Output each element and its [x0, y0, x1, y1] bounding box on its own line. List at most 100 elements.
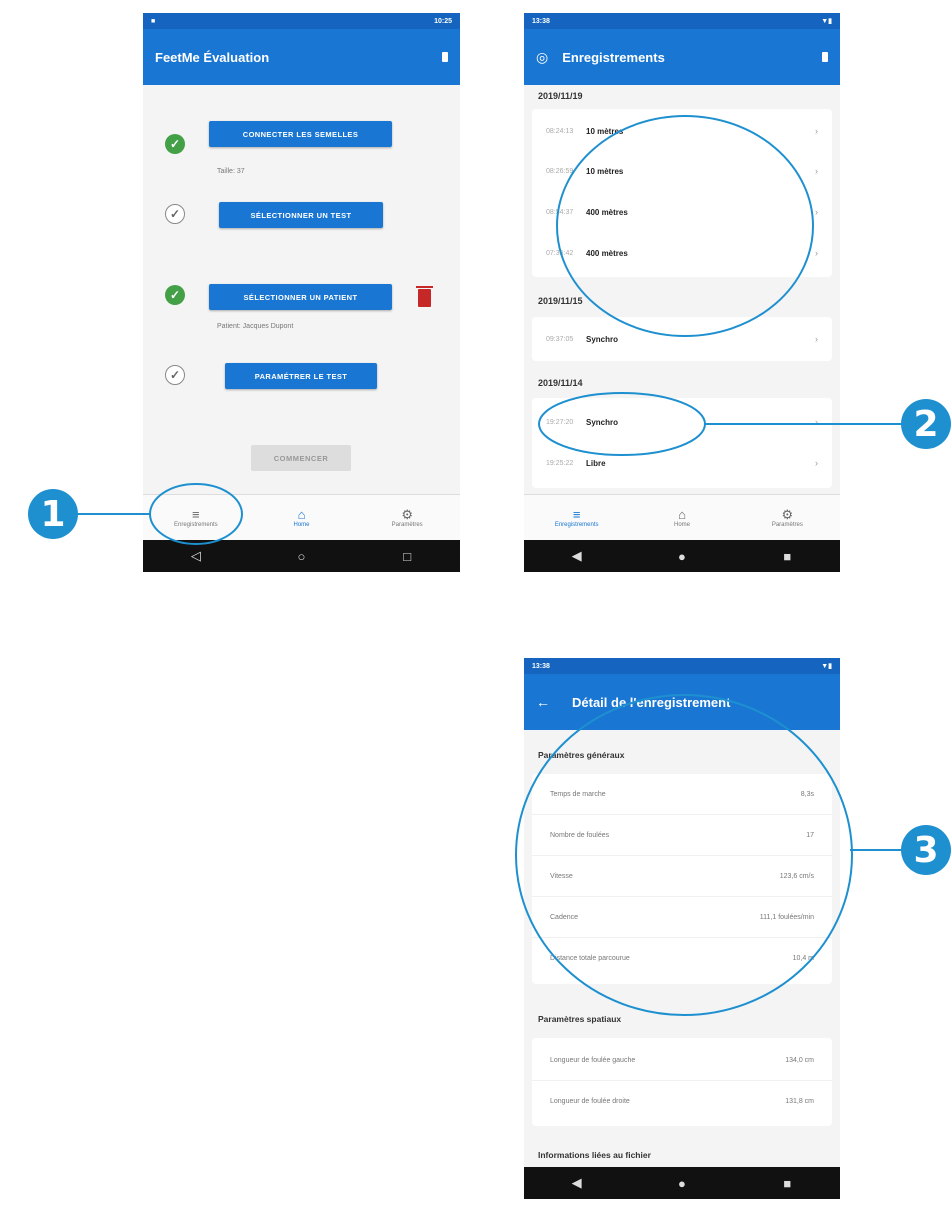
app-title: FeetMe Évaluation	[155, 49, 270, 65]
param-value: 10,4 m	[792, 955, 814, 962]
home-circle-icon[interactable]: ●	[667, 1176, 697, 1191]
param-row: Cadence 111,1 foulées/min	[532, 897, 832, 938]
list-item[interactable]: 08:54:37 400 mètres ›	[532, 192, 832, 232]
status-bar: 13:38 ▼▮	[524, 13, 840, 29]
nav-recordings[interactable]: ≡ Enregistrements	[143, 495, 249, 540]
section-title: Paramètres spatiaux	[538, 1014, 622, 1024]
chevron-right-icon: ›	[815, 458, 818, 468]
record-time: 08:54:37	[546, 208, 574, 216]
record-name: 10 mètres	[586, 166, 624, 176]
chevron-right-icon: ›	[815, 207, 818, 217]
record-name: Synchro	[586, 417, 619, 427]
param-row: Longueur de foulée droite 131,8 cm	[532, 1081, 832, 1122]
nav-label: Enregistrements	[173, 522, 218, 528]
list-item[interactable]: 19:25:22 Libre ›	[532, 443, 832, 483]
home-icon: ⌂	[678, 507, 686, 522]
param-row: Distance totale parcourue 10,4 m	[532, 938, 832, 979]
connect-insoles-button[interactable]: CONNECTER LES SEMELLES	[209, 121, 392, 147]
recordings-card: 19:27:20 Synchro › 19:25:22 Libre ›	[532, 398, 832, 488]
param-value: 8,3s	[800, 790, 814, 798]
status-time: 10:25	[434, 17, 452, 25]
start-button[interactable]: COMMENCER	[251, 445, 351, 471]
nav-home[interactable]: ⌂ Home	[249, 495, 355, 540]
spatial-params-card: Longueur de foulée gauche 134,0 cm Longu…	[532, 1038, 832, 1126]
configure-check-icon: ✓	[165, 365, 185, 385]
list-item[interactable]: 09:37:05 Synchro ›	[532, 319, 832, 359]
list-item[interactable]: 07:35:42 400 mètres ›	[532, 233, 832, 273]
gear-icon: ⚙	[401, 507, 413, 522]
param-label: Vitesse	[550, 872, 573, 880]
nav-recordings[interactable]: ≡ Enregistrements	[524, 495, 629, 540]
app-bar: FeetMe Évaluation	[143, 29, 460, 85]
phone-home-screen: ■ 10:25 FeetMe Évaluation ✓ CONNECTER LE…	[143, 13, 460, 572]
param-row: Nombre de foulées 17	[532, 815, 832, 856]
nav-label: Home	[673, 522, 690, 528]
app-title: Détail de l'enregistrement	[572, 694, 731, 710]
select-test-button[interactable]: SÉLECTIONNER UN TEST	[219, 202, 383, 228]
chevron-right-icon: ›	[815, 126, 818, 136]
app-bar: ← Détail de l'enregistrement	[524, 674, 840, 730]
device-icon[interactable]	[822, 52, 828, 62]
list-item[interactable]: 08:24:13 10 mètres ›	[532, 111, 832, 151]
date-header: 2019/11/15	[538, 296, 583, 306]
patient-check-icon: ✓	[165, 285, 185, 305]
general-params-card: Temps de marche 8,3s Nombre de foulées 1…	[532, 774, 832, 984]
size-text: Taille: 37	[217, 168, 245, 175]
list-icon: ≡	[192, 507, 200, 522]
home-circle-icon[interactable]: ○	[286, 549, 316, 564]
list-item[interactable]: 19:27:20 Synchro ›	[532, 402, 832, 442]
system-nav-bar: ◀ ● ■	[524, 540, 840, 572]
back-icon[interactable]: ◀	[562, 1175, 592, 1191]
system-nav-bar: ◁ ○ □	[143, 540, 460, 572]
select-patient-button[interactable]: SÉLECTIONNER UN PATIENT	[209, 284, 392, 310]
nav-settings[interactable]: ⚙ Paramètres	[354, 495, 460, 540]
status-bar: ■ 10:25	[143, 13, 460, 29]
callout-badge-2: 2	[901, 399, 951, 449]
app-title: Enregistrements	[562, 49, 665, 65]
notification-icon: ■	[151, 17, 156, 25]
list-item[interactable]: 08:26:59 10 mètres ›	[532, 151, 832, 191]
home-icon: ⌂	[297, 507, 306, 522]
recents-icon[interactable]: ■	[772, 549, 802, 564]
recents-icon[interactable]: □	[392, 549, 422, 564]
nav-label: Paramètres	[391, 522, 423, 528]
configure-test-button[interactable]: PARAMÉTRER LE TEST	[225, 363, 377, 389]
param-value: 123,6 cm/s	[779, 872, 814, 880]
signal-icon: ▼▮	[821, 663, 832, 670]
nav-home[interactable]: ⌂ Home	[629, 495, 734, 540]
record-time: 08:26:59	[546, 167, 574, 175]
home-circle-icon[interactable]: ●	[667, 549, 697, 564]
chevron-right-icon: ›	[815, 166, 818, 176]
section-title: Paramètres généraux	[538, 750, 625, 760]
phone-recording-detail-screen: 13:38 ▼▮ ← Détail de l'enregistrement Pa…	[524, 658, 840, 1199]
gear-icon: ⚙	[781, 507, 794, 522]
back-arrow-icon[interactable]: ←	[536, 694, 550, 710]
list-icon: ≡	[572, 507, 581, 522]
record-time: 19:25:22	[546, 459, 574, 467]
param-label: Temps de marche	[550, 790, 606, 798]
pending-check-icon: ✓	[165, 204, 185, 224]
section-title: Informations liées au fichier	[538, 1150, 651, 1160]
param-label: Longueur de foulée droite	[550, 1098, 630, 1105]
param-value: 134,0 cm	[785, 1056, 814, 1064]
param-row: Vitesse 123,6 cm/s	[532, 856, 832, 897]
param-value: 17	[806, 831, 814, 839]
bottom-navigation: ≡ Enregistrements ⌂ Home ⚙ Paramètres	[524, 494, 840, 540]
back-icon[interactable]: ◀	[562, 548, 592, 564]
status-time: 13:38	[532, 17, 550, 25]
record-name: Synchro	[586, 334, 619, 344]
param-label: Cadence	[550, 913, 579, 921]
delete-icon[interactable]	[416, 286, 433, 307]
bottom-navigation: ≡ Enregistrements ⌂ Home ⚙ Paramètres	[143, 494, 460, 540]
device-icon[interactable]	[442, 52, 448, 62]
back-icon[interactable]: ◁	[181, 548, 211, 564]
nav-settings[interactable]: ⚙ Paramètres	[735, 495, 840, 540]
record-name: 400 mètres	[586, 207, 628, 217]
nav-label: Home	[293, 522, 310, 528]
record-time: 07:35:42	[546, 249, 574, 257]
param-label: Longueur de foulée gauche	[550, 1056, 636, 1064]
recents-icon[interactable]: ■	[772, 1176, 802, 1191]
phone-recordings-screen: 13:38 ▼▮ ◎ Enregistrements 2019/11/19 08…	[524, 13, 840, 572]
patient-text: Patient: Jacques Dupont	[217, 323, 294, 330]
app-bar: ◎ Enregistrements	[524, 29, 840, 85]
